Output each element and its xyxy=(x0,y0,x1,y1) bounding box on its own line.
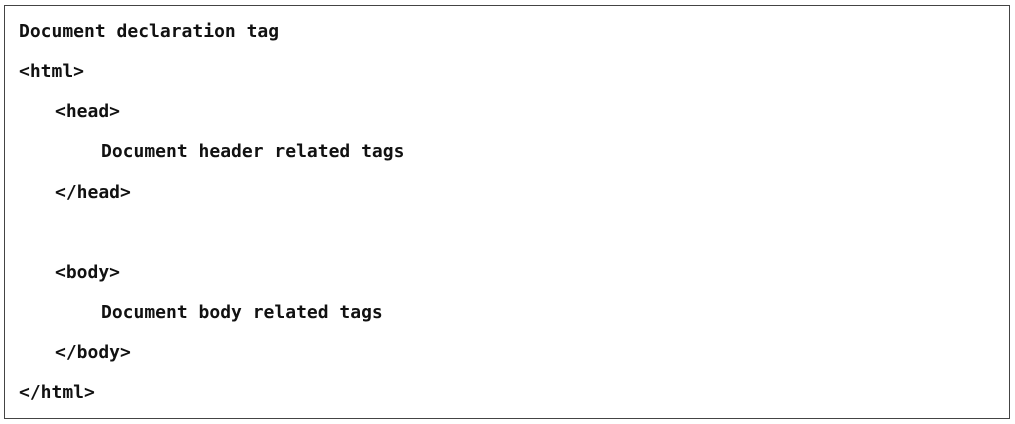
code-listing-box: Document declaration tag <html> <head> D… xyxy=(4,5,1010,419)
code-line-html-open: <html> xyxy=(19,61,85,82)
code-line-html-close: </html> xyxy=(19,382,95,403)
code-line-doc-declaration: Document declaration tag xyxy=(19,21,280,42)
code-line-head-open: <head> xyxy=(55,101,121,122)
code-line-body-open: <body> xyxy=(55,262,121,283)
code-line-head-content: Document header related tags xyxy=(101,141,405,162)
code-line-body-close: </body> xyxy=(55,342,131,363)
code-line-head-close: </head> xyxy=(55,182,131,203)
code-line-body-content: Document body related tags xyxy=(101,302,383,323)
